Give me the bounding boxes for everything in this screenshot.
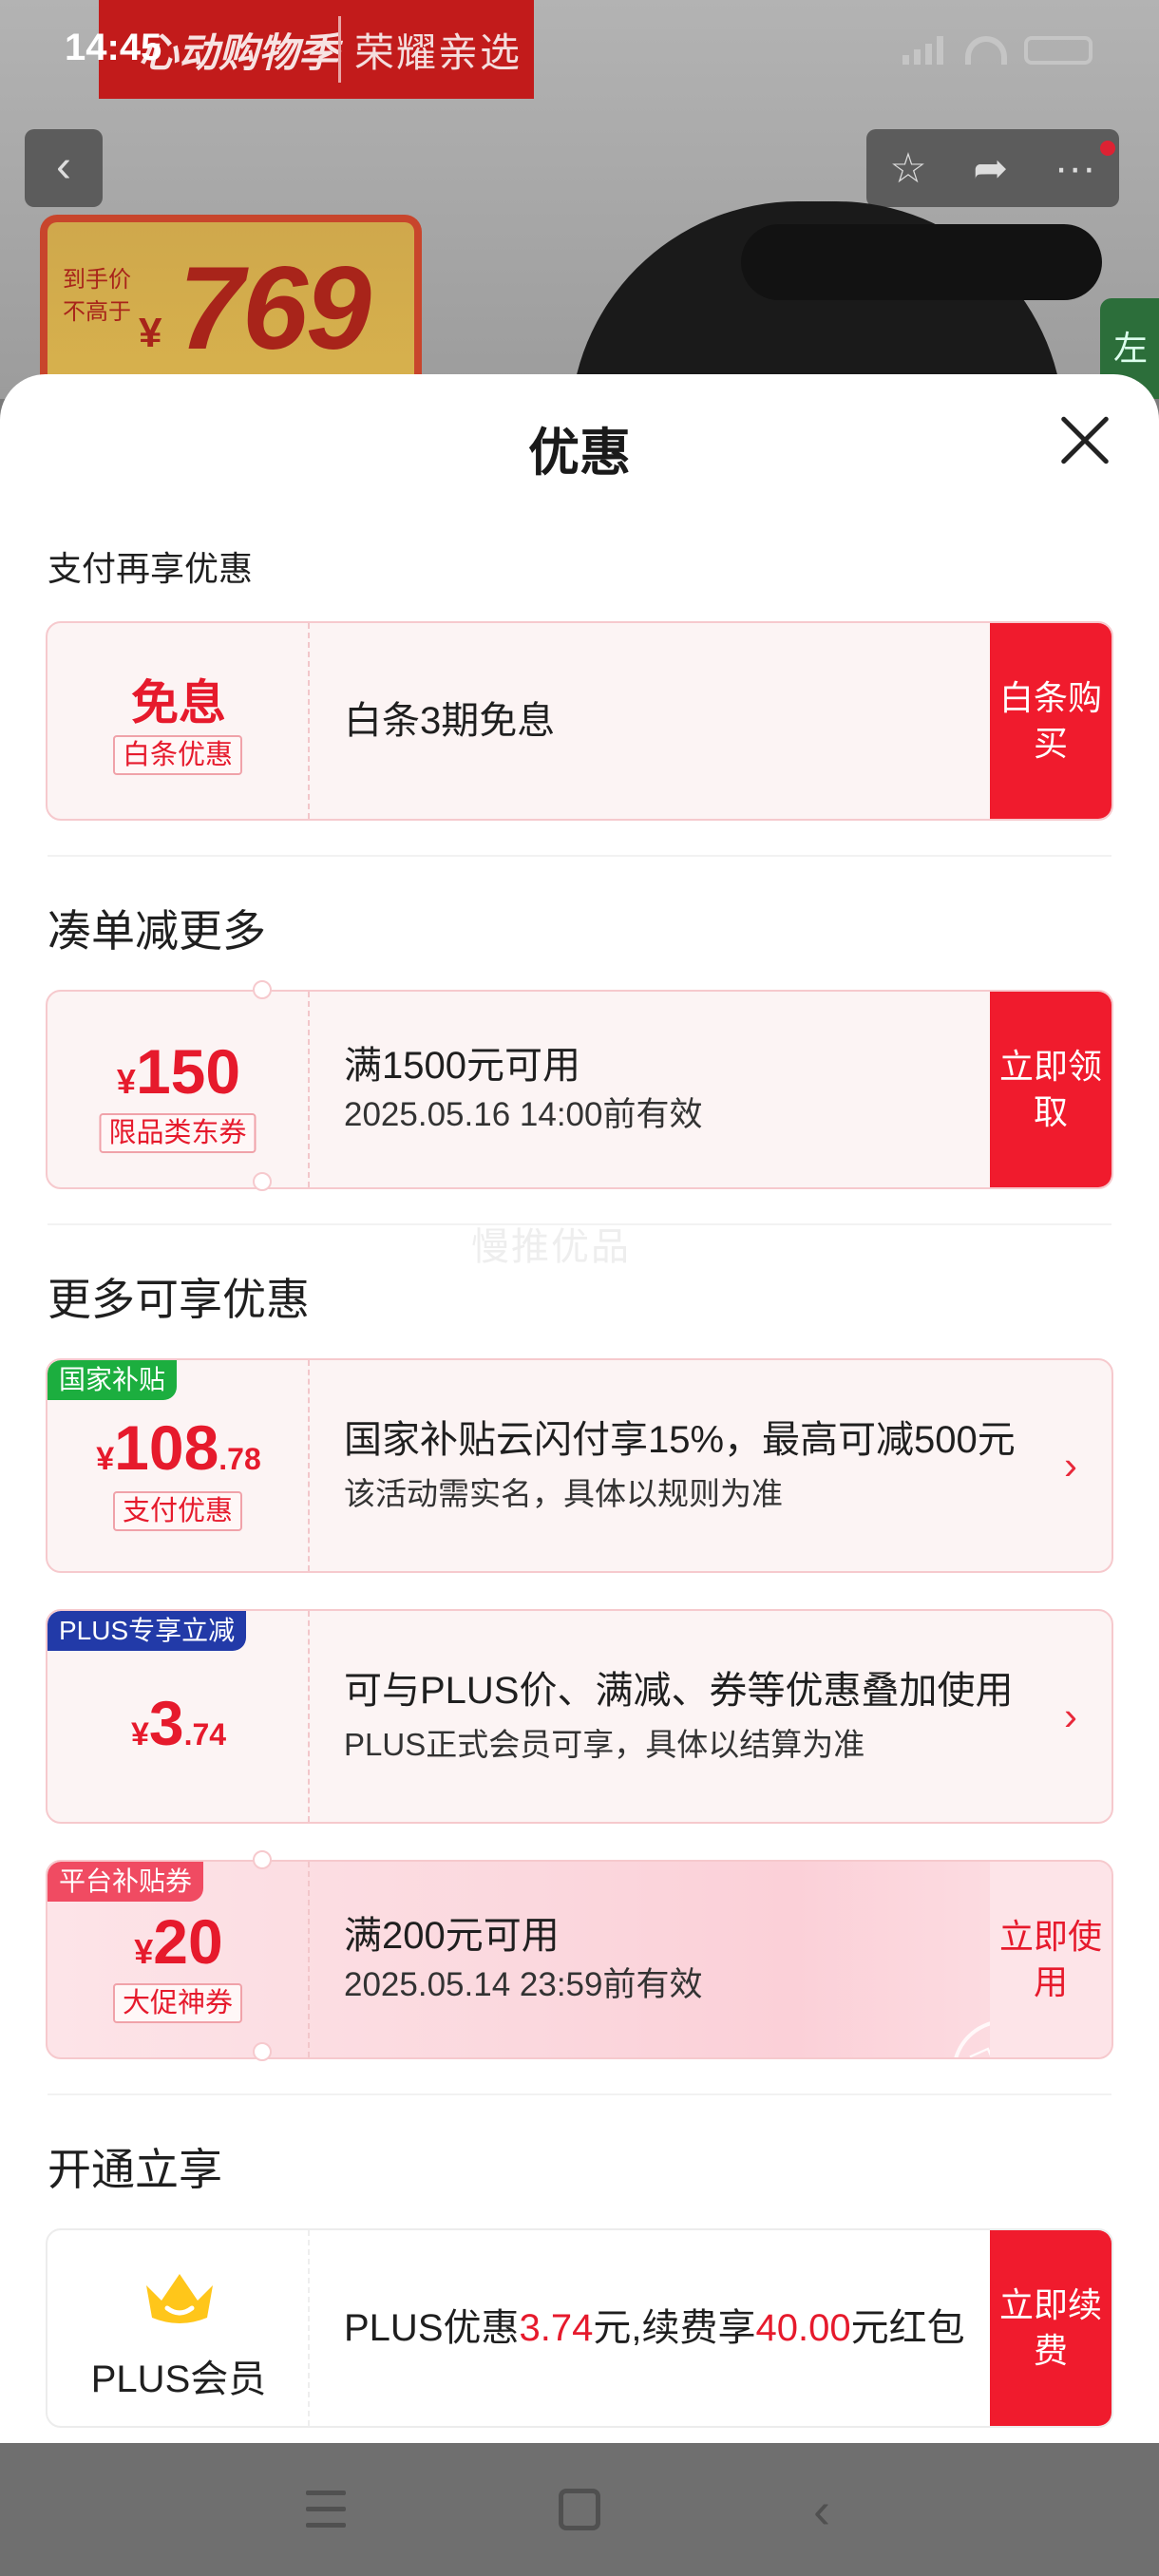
signal-icon bbox=[902, 36, 948, 65]
wifi-icon bbox=[965, 36, 1007, 65]
corner-tag-national: 国家补贴 bbox=[48, 1360, 178, 1400]
home-icon[interactable] bbox=[559, 2489, 600, 2530]
product-image-band bbox=[741, 224, 1102, 300]
ticket-notch bbox=[253, 980, 272, 999]
recent-apps-icon[interactable] bbox=[306, 2491, 346, 2529]
chevron-right-icon[interactable]: › bbox=[1064, 1443, 1077, 1488]
card-left: ¥150 限品类东券 bbox=[48, 992, 310, 1187]
system-nav-bar: ‹ bbox=[0, 2443, 1159, 2576]
card-body: 满200元可用 2025.05.14 23:59前有效 bbox=[344, 1862, 978, 2057]
notification-dot bbox=[1100, 141, 1115, 156]
discount-sheet: 优惠 支付再享优惠 免息 白条优惠 白条3期免息 白条购买 凑单减更多 ¥150… bbox=[0, 374, 1159, 2443]
promo-banner: 心动购物季 荣耀亲选 bbox=[99, 0, 534, 99]
price-label: 到手价 不高于 bbox=[63, 267, 131, 325]
coupon-tag: 限品类东券 bbox=[99, 1113, 256, 1153]
corner-tag-plus: PLUS专享立减 bbox=[48, 1611, 247, 1651]
back-icon[interactable]: ‹ bbox=[813, 2481, 830, 2540]
coupon-amount: ¥150 bbox=[116, 1036, 241, 1107]
back-button[interactable]: ‹ bbox=[25, 129, 103, 207]
product-page-background: 心动购物季 荣耀亲选 14:45 ‹ ☆ ➦ ··· 到手价 不高于 ¥ 769… bbox=[0, 0, 1159, 399]
use-coupon-button[interactable]: 立即使用 bbox=[990, 1862, 1112, 2057]
plus-discount-note: PLUS正式会员可享，具体以结算为准 bbox=[344, 1727, 865, 1762]
sheet-title: 优惠 bbox=[528, 425, 631, 482]
crown-icon bbox=[146, 2274, 213, 2323]
share-icon[interactable]: ➦ bbox=[973, 144, 1008, 193]
baitiao-buy-button[interactable]: 白条购买 bbox=[990, 623, 1112, 819]
card-body: 满1500元可用 2025.05.16 14:00前有效 bbox=[344, 992, 978, 1187]
plus-discount-desc: 可与PLUS价、满减、券等优惠叠加使用 bbox=[344, 1670, 1014, 1712]
baitiao-text: 白条3期免息 bbox=[344, 700, 556, 742]
battery-icon bbox=[1024, 36, 1092, 65]
claim-coupon-button[interactable]: 立即领取 bbox=[990, 992, 1112, 1187]
plus-discount-card[interactable]: PLUS专享立减 ¥3.74 可与PLUS价、满减、券等优惠叠加使用 PLUS正… bbox=[46, 1609, 1113, 1824]
baitiao-big: 免息 bbox=[131, 676, 226, 729]
favorite-star-icon[interactable]: ☆ bbox=[889, 144, 926, 193]
coupon-validity: 2025.05.16 14:00前有效 bbox=[344, 1096, 703, 1133]
platform-condition: 满200元可用 bbox=[344, 1915, 560, 1957]
section-open-label: 开通立享 bbox=[48, 2145, 222, 2194]
national-desc: 国家补贴云闪付享15%，最高可减500元 bbox=[344, 1419, 1016, 1461]
divider bbox=[48, 2093, 1112, 2095]
national-subsidy-card[interactable]: 国家补贴 ¥108.78 支付优惠 国家补贴云闪付享15%，最高可减500元 该… bbox=[46, 1358, 1113, 1573]
card-left: 平台补贴券 ¥20 大促神券 bbox=[48, 1862, 310, 2057]
status-icons bbox=[902, 36, 1092, 65]
ticket-notch bbox=[253, 1172, 272, 1191]
baitiao-tag: 白条优惠 bbox=[112, 735, 243, 775]
plus-discount-amount: ¥3.74 bbox=[130, 1688, 227, 1758]
card-body: 白条3期免息 bbox=[344, 623, 978, 819]
card-left: 国家补贴 ¥108.78 支付优惠 bbox=[48, 1360, 310, 1571]
corner-tag-platform: 平台补贴券 bbox=[48, 1862, 204, 1902]
banner-right-text: 荣耀亲选 bbox=[354, 29, 522, 75]
price-value: 769 bbox=[179, 243, 371, 374]
platform-amount: ¥20 bbox=[134, 1906, 223, 1977]
section-combine-label: 凑单减更多 bbox=[48, 906, 266, 956]
section-more-label: 更多可享优惠 bbox=[48, 1275, 310, 1324]
price-currency: ¥ bbox=[139, 310, 162, 356]
top-toolbar: ☆ ➦ ··· bbox=[866, 129, 1119, 207]
plus-member-card[interactable]: PLUS会员 PLUS优惠3.74元,续费享40.00元红包 立即续费 bbox=[46, 2228, 1113, 2428]
national-note: 该活动需实名，具体以规则为准 bbox=[344, 1476, 783, 1511]
ticket-notch bbox=[253, 2042, 272, 2061]
section-pay-label: 支付再享优惠 bbox=[48, 549, 254, 588]
chevron-right-icon[interactable]: › bbox=[1064, 1694, 1077, 1739]
platform-coupon-card[interactable]: 平台补贴券 ¥20 大促神券 满200元可用 2025.05.14 23:59前… bbox=[46, 1860, 1113, 2059]
jd-coupon-card[interactable]: ¥150 限品类东券 满1500元可用 2025.05.16 14:00前有效 … bbox=[46, 990, 1113, 1189]
card-body: 国家补贴云闪付享15%，最高可减500元 该活动需实名，具体以规则为准 bbox=[344, 1360, 1036, 1571]
national-amount: ¥108.78 bbox=[96, 1412, 261, 1483]
card-body: 可与PLUS价、满减、券等优惠叠加使用 PLUS正式会员可享，具体以结算为准 bbox=[344, 1611, 1036, 1822]
card-body: PLUS优惠3.74元,续费享40.00元红包 bbox=[344, 2230, 978, 2426]
card-left: 免息 白条优惠 bbox=[48, 623, 310, 819]
platform-validity: 2025.05.14 23:59前有效 bbox=[344, 1966, 703, 2003]
close-icon[interactable] bbox=[1058, 414, 1112, 467]
ticket-notch bbox=[253, 1850, 272, 1869]
coupon-condition: 满1500元可用 bbox=[344, 1045, 580, 1087]
status-time: 14:45 bbox=[65, 27, 162, 68]
price-badge: 到手价 不高于 ¥ 769 bbox=[40, 215, 422, 399]
divider bbox=[48, 855, 1112, 857]
plus-member-desc: PLUS优惠3.74元,续费享40.00元红包 bbox=[344, 2307, 965, 2349]
plus-member-label: PLUS会员 bbox=[90, 2358, 267, 2400]
watermark: 慢推优品 bbox=[471, 1226, 631, 1268]
card-left: PLUS专享立减 ¥3.74 bbox=[48, 1611, 310, 1822]
baitiao-card[interactable]: 免息 白条优惠 白条3期免息 白条购买 bbox=[46, 621, 1113, 821]
card-left: PLUS会员 bbox=[48, 2230, 310, 2426]
more-icon[interactable]: ··· bbox=[1054, 144, 1096, 192]
renew-button[interactable]: 立即续费 bbox=[990, 2230, 1112, 2426]
national-tag: 支付优惠 bbox=[112, 1491, 243, 1531]
platform-tag: 大促神券 bbox=[112, 1983, 243, 2023]
